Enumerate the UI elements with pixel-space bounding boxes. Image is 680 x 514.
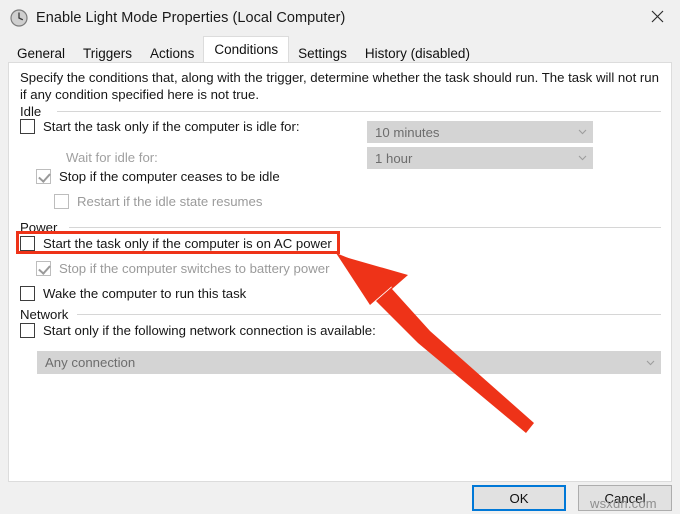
checkbox-box[interactable]	[20, 323, 35, 338]
idle-duration-value: 10 minutes	[367, 125, 571, 140]
tab-strip: General Triggers Actions Conditions Sett…	[8, 38, 672, 62]
group-label-idle: Idle	[20, 104, 41, 119]
checkbox-box[interactable]	[20, 236, 35, 251]
checkbox-box[interactable]	[20, 286, 35, 301]
tab-triggers[interactable]: Triggers	[74, 42, 141, 64]
checkbox-start-if-ac-power[interactable]: Start the task only if the computer is o…	[20, 236, 332, 251]
checkbox-stop-if-battery-power[interactable]: Stop if the computer switches to battery…	[36, 261, 329, 276]
wait-for-idle-value: 1 hour	[367, 151, 571, 166]
window-title: Enable Light Mode Properties (Local Comp…	[36, 10, 345, 26]
chevron-down-icon[interactable]	[571, 155, 593, 161]
network-connection-dropdown[interactable]: Any connection	[37, 351, 661, 374]
panel-description: Specify the conditions that, along with …	[20, 69, 660, 103]
checkbox-label: Start only if the following network conn…	[43, 323, 376, 338]
ok-button[interactable]: OK	[472, 485, 566, 511]
wait-for-idle-dropdown[interactable]: 1 hour	[367, 147, 593, 169]
checkbox-label: Restart if the idle state resumes	[77, 194, 262, 209]
close-icon[interactable]	[634, 0, 680, 32]
checkbox-label: Wake the computer to run this task	[43, 286, 246, 301]
chevron-down-icon[interactable]	[639, 360, 661, 366]
checkbox-box[interactable]	[54, 194, 69, 209]
checkbox-label: Stop if the computer switches to battery…	[59, 261, 329, 276]
tab-settings[interactable]: Settings	[289, 42, 356, 64]
group-divider-network	[77, 314, 661, 315]
tab-history[interactable]: History (disabled)	[356, 42, 479, 64]
tab-actions[interactable]: Actions	[141, 42, 203, 64]
group-label-network: Network	[20, 307, 68, 322]
checkbox-label: Start the task only if the computer is o…	[43, 236, 332, 251]
checkbox-restart-if-idle-resumes[interactable]: Restart if the idle state resumes	[54, 194, 262, 209]
network-connection-value: Any connection	[37, 355, 639, 370]
checkbox-start-if-network[interactable]: Start only if the following network conn…	[20, 323, 376, 338]
watermark: wsxdn.com	[590, 496, 657, 511]
tab-general[interactable]: General	[8, 42, 74, 64]
checkbox-start-if-idle[interactable]: Start the task only if the computer is i…	[20, 119, 300, 134]
group-divider-idle	[57, 111, 661, 112]
title-bar: Enable Light Mode Properties (Local Comp…	[0, 0, 680, 36]
task-properties-window: Enable Light Mode Properties (Local Comp…	[0, 0, 680, 514]
group-divider-power	[69, 227, 661, 228]
checkbox-box[interactable]	[36, 261, 51, 276]
checkbox-label: Stop if the computer ceases to be idle	[59, 169, 280, 184]
label-wait-for-idle: Wait for idle for:	[66, 150, 158, 165]
tab-conditions[interactable]: Conditions	[203, 36, 289, 62]
checkbox-box[interactable]	[20, 119, 35, 134]
checkbox-wake-computer[interactable]: Wake the computer to run this task	[20, 286, 246, 301]
clock-icon	[9, 8, 29, 28]
chevron-down-icon[interactable]	[571, 129, 593, 135]
group-label-power: Power	[20, 220, 57, 235]
checkbox-stop-if-ceases-idle[interactable]: Stop if the computer ceases to be idle	[36, 169, 280, 184]
checkbox-label: Start the task only if the computer is i…	[43, 119, 300, 134]
checkbox-box[interactable]	[36, 169, 51, 184]
idle-duration-dropdown[interactable]: 10 minutes	[367, 121, 593, 143]
conditions-panel: Specify the conditions that, along with …	[8, 62, 672, 482]
